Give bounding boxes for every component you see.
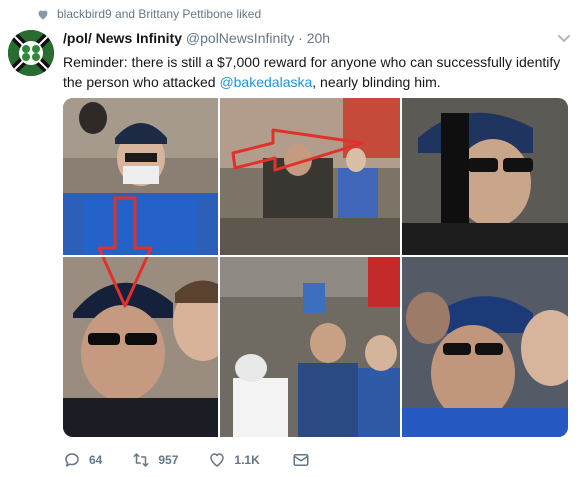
reply-button[interactable]: 64 — [63, 451, 102, 469]
like-button[interactable]: 1.1K — [208, 451, 260, 469]
photo-panel-2 — [220, 98, 400, 255]
like-heart-icon — [210, 453, 225, 467]
envelope-icon — [293, 454, 309, 466]
avatar-flag-image — [8, 30, 54, 76]
retweet-button[interactable]: 957 — [132, 451, 178, 469]
handle[interactable]: @polNewsInfinity — [186, 30, 294, 46]
timestamp[interactable]: 20h — [307, 30, 330, 46]
photo-panel-6 — [402, 257, 568, 437]
social-context: blackbird9 and Brittany Pettibone liked — [37, 7, 261, 21]
display-name[interactable]: /pol/ News Infinity — [63, 30, 182, 46]
photo-panel-1 — [63, 98, 218, 255]
tweet-text: Reminder: there is still a $7,000 reward… — [63, 52, 568, 92]
media-collage[interactable] — [63, 98, 568, 437]
photo-panel-3 — [402, 98, 568, 255]
tweet-text-tail: , nearly blinding him. — [312, 74, 441, 90]
tweet-actions: 64 957 1.1K — [63, 451, 340, 469]
tweet-header: /pol/ News Infinity @polNewsInfinity · 2… — [63, 30, 330, 46]
mention-link[interactable]: @bakedalaska — [219, 74, 312, 90]
reply-icon — [65, 453, 79, 467]
heart-icon — [38, 10, 48, 19]
retweet-icon — [133, 453, 149, 467]
avatar[interactable] — [8, 30, 54, 76]
photo-collage-image — [63, 98, 568, 437]
reply-count: 64 — [89, 453, 103, 467]
chevron-down-icon[interactable] — [557, 34, 571, 44]
like-count: 1.1K — [234, 453, 260, 467]
direct-message-button[interactable] — [292, 451, 310, 469]
photo-panel-5 — [220, 257, 400, 437]
photo-panel-4 — [63, 257, 233, 437]
separator: · — [298, 30, 303, 46]
social-context-text: blackbird9 and Brittany Pettibone liked — [57, 7, 262, 21]
retweet-count: 957 — [158, 453, 179, 467]
